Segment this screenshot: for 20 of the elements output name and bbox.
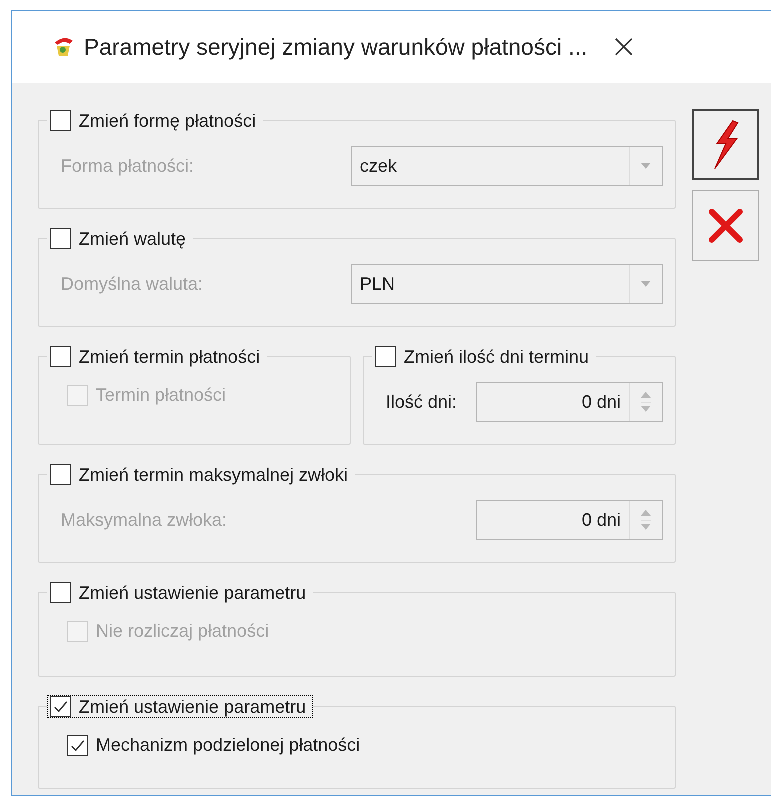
field-label: Maksymalna zwłoka: bbox=[61, 508, 228, 532]
checkbox[interactable]: Zmień ustawienie parametru bbox=[47, 695, 314, 718]
checkbox[interactable]: Zmień termin płatności bbox=[47, 345, 268, 368]
window-title: Parametry seryjnej zmiany warunków płatności ... bbox=[84, 32, 588, 62]
checkbox[interactable]: Zmień walutę bbox=[47, 227, 194, 250]
execute-button[interactable] bbox=[692, 109, 759, 180]
close-icon bbox=[706, 206, 744, 244]
caret-icon bbox=[641, 281, 651, 287]
cancel-button[interactable] bbox=[692, 190, 759, 261]
field-label: Domyślna waluta: bbox=[61, 272, 204, 296]
field-label: Forma płatności: bbox=[61, 154, 194, 178]
checkbox[interactable]: Zmień ustawienie parametru bbox=[47, 581, 314, 604]
checkbox[interactable]: Mechanizm podzielonej płatności bbox=[67, 732, 360, 759]
checkbox[interactable]: Zmień ilość dni terminu bbox=[372, 345, 596, 368]
number-field[interactable]: 0 dni bbox=[476, 382, 663, 422]
checkbox[interactable]: Zmień formę płatności bbox=[47, 109, 264, 132]
caret-icon bbox=[641, 163, 651, 169]
checkbox[interactable]: Zmień termin maksymalnej zwłoki bbox=[47, 463, 356, 486]
close-icon[interactable] bbox=[614, 37, 634, 57]
field-label: Ilość dni: bbox=[386, 390, 458, 414]
